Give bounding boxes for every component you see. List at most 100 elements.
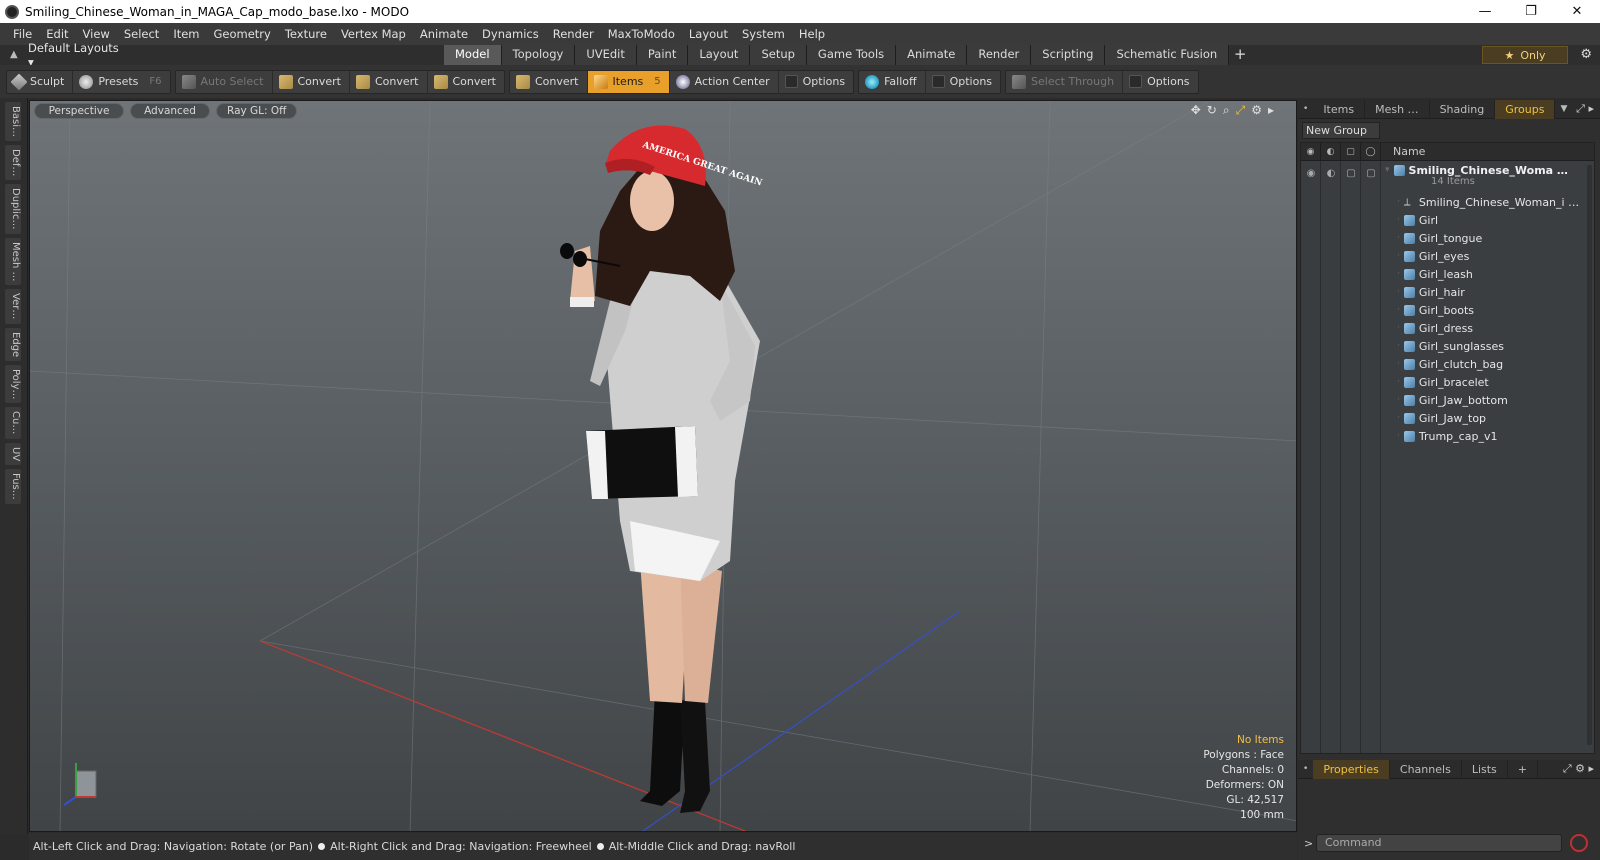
tab-items[interactable]: Items	[1313, 99, 1366, 119]
tab-channels[interactable]: Channels	[1390, 759, 1462, 779]
tree-item[interactable]: · Girl_Jaw_top	[1397, 409, 1486, 427]
menu-render[interactable]: Render	[546, 27, 601, 41]
menu-maxtomodo[interactable]: MaxToModo	[601, 27, 682, 41]
menu-system[interactable]: System	[735, 27, 792, 41]
presets-button[interactable]: Presets F6	[73, 71, 169, 93]
new-group-button[interactable]: New Group	[1302, 122, 1380, 139]
3d-viewport[interactable]: Perspective Advanced Ray GL: Off ✥ ↻ ⌕ ⤢…	[29, 100, 1297, 832]
shading-advanced-dropdown[interactable]: Advanced	[130, 103, 210, 119]
visibility-column-icon[interactable]: ◉	[1301, 142, 1321, 161]
command-input[interactable]: Command	[1316, 834, 1562, 852]
tab-mesh-edit[interactable]: Mesh …	[5, 237, 21, 286]
raygl-toggle[interactable]: Ray GL: Off	[216, 103, 298, 119]
falloff-options-button[interactable]: Options	[926, 71, 1000, 93]
panel-expand-icon[interactable]: ⤢ ▸	[1576, 102, 1594, 116]
layout-menu-icon[interactable]: ▲	[10, 50, 20, 60]
expand-arrow-icon[interactable]: ▸	[1268, 103, 1274, 118]
tab-properties[interactable]: Properties	[1313, 759, 1390, 779]
convert-vertices-button[interactable]: Convert	[273, 70, 350, 93]
collapse-icon[interactable]: ▾	[1385, 165, 1390, 175]
tab-basic[interactable]: Basi…	[5, 102, 21, 141]
render-column-icon[interactable]: ◐	[1321, 142, 1341, 161]
menu-layout[interactable]: Layout	[682, 27, 735, 41]
tab-mesh-ops[interactable]: Mesh …	[1365, 99, 1430, 119]
menu-file[interactable]: File	[6, 27, 39, 41]
tab-duplicate[interactable]: Duplic…	[5, 184, 21, 234]
zoom-icon[interactable]: ⌕	[1223, 103, 1230, 118]
panel-menu-icon[interactable]: •	[1298, 764, 1313, 774]
tab-shading[interactable]: Shading	[1430, 99, 1496, 119]
close-button[interactable]: ✕	[1554, 0, 1600, 23]
tree-item[interactable]: · Girl_dress	[1397, 319, 1473, 337]
tree-item[interactable]: · Girl_boots	[1397, 301, 1474, 319]
name-column-header[interactable]: Name	[1381, 145, 1425, 158]
tab-game-tools[interactable]: Game Tools	[806, 45, 897, 65]
render-icon[interactable]: ◐	[1321, 165, 1341, 183]
add-tab-button[interactable]: +	[1229, 45, 1251, 65]
action-center-button[interactable]: Action Center	[670, 70, 779, 93]
convert-polygons-button[interactable]: Convert	[428, 71, 505, 93]
tab-layout[interactable]: Layout	[688, 45, 751, 65]
items-mode-button[interactable]: Items 5	[587, 70, 670, 93]
convert-materials-button[interactable]: Convert	[510, 70, 588, 93]
tab-topology[interactable]: Topology	[501, 45, 576, 65]
tree-item[interactable]: · Girl_Jaw_bottom	[1397, 391, 1508, 409]
tab-scripting[interactable]: Scripting	[1031, 45, 1106, 65]
tree-item[interactable]: · Girl_sunglasses	[1397, 337, 1504, 355]
sculpt-button[interactable]: Sculpt	[7, 70, 74, 93]
tab-setup[interactable]: Setup	[750, 45, 807, 65]
menu-vertex-map[interactable]: Vertex Map	[334, 27, 413, 41]
tab-polygon[interactable]: Poly…	[5, 364, 21, 404]
select-through-button[interactable]: Select Through	[1006, 70, 1124, 93]
menu-select[interactable]: Select	[117, 27, 166, 41]
tab-uvedit[interactable]: UVEdit	[575, 45, 637, 65]
menu-edit[interactable]: Edit	[39, 27, 75, 41]
perspective-dropdown[interactable]: Perspective	[34, 103, 124, 119]
tab-fusion[interactable]: Fus…	[5, 468, 21, 504]
menu-texture[interactable]: Texture	[278, 27, 334, 41]
tab-groups[interactable]: Groups	[1495, 99, 1556, 119]
tree-item[interactable]: · Girl_tongue	[1397, 229, 1482, 247]
minimize-button[interactable]: —	[1462, 0, 1508, 23]
rotate-icon[interactable]: ↻	[1207, 103, 1217, 118]
maximize-viewport-icon[interactable]: ⤢	[1236, 103, 1246, 118]
tab-uv[interactable]: UV	[5, 442, 21, 465]
gear-icon[interactable]: ⚙	[1580, 47, 1592, 62]
menu-dynamics[interactable]: Dynamics	[475, 27, 546, 41]
tab-paint[interactable]: Paint	[636, 45, 689, 65]
tabs-dropdown-icon[interactable]: ▼	[1555, 104, 1572, 114]
tree-scrollbar[interactable]	[1587, 165, 1592, 745]
tab-deform[interactable]: Def…	[5, 144, 21, 181]
tree-item[interactable]: · Girl_clutch_bag	[1397, 355, 1503, 373]
select-icon[interactable]: ▢	[1361, 165, 1381, 183]
panel-menu-icon[interactable]: •	[1298, 104, 1313, 114]
tree-item[interactable]: · Girl_eyes	[1397, 247, 1469, 265]
menu-item[interactable]: Item	[166, 27, 206, 41]
pan-icon[interactable]: ✥	[1191, 103, 1201, 118]
tab-model[interactable]: Model	[444, 45, 502, 65]
convert-edges-button[interactable]: Convert	[350, 70, 428, 93]
tab-schematic-fusion[interactable]: Schematic Fusion	[1105, 45, 1230, 65]
tab-vertex[interactable]: Ver…	[5, 289, 21, 324]
tree-item[interactable]: · Girl_leash	[1397, 265, 1473, 283]
menu-animate[interactable]: Animate	[413, 27, 475, 41]
tab-animate[interactable]: Animate	[896, 45, 968, 65]
tree-item[interactable]: · Girl_hair	[1397, 283, 1465, 301]
tree-root-group[interactable]: ▾ Smiling_Chinese_Woma …	[1385, 161, 1568, 179]
record-macro-icon[interactable]	[1570, 834, 1588, 852]
tab-lists[interactable]: Lists	[1462, 759, 1508, 779]
lock-column-icon[interactable]: ▢	[1341, 142, 1361, 161]
tab-edge[interactable]: Edge	[5, 327, 21, 361]
lock-icon[interactable]: ▢	[1341, 165, 1361, 183]
viewport-gear-icon[interactable]: ⚙	[1251, 103, 1262, 118]
menu-view[interactable]: View	[76, 27, 117, 41]
tree-item[interactable]: · Trump_cap_v1	[1397, 427, 1497, 445]
tab-render[interactable]: Render	[967, 45, 1032, 65]
menu-geometry[interactable]: Geometry	[207, 27, 278, 41]
tab-curve[interactable]: Cu…	[5, 407, 21, 439]
maximize-button[interactable]: ❐	[1508, 0, 1554, 23]
menu-help[interactable]: Help	[792, 27, 832, 41]
falloff-button[interactable]: Falloff	[859, 70, 926, 93]
tree-item[interactable]: · Girl_bracelet	[1397, 373, 1489, 391]
only-toggle-button[interactable]: ★ Only	[1482, 46, 1568, 64]
